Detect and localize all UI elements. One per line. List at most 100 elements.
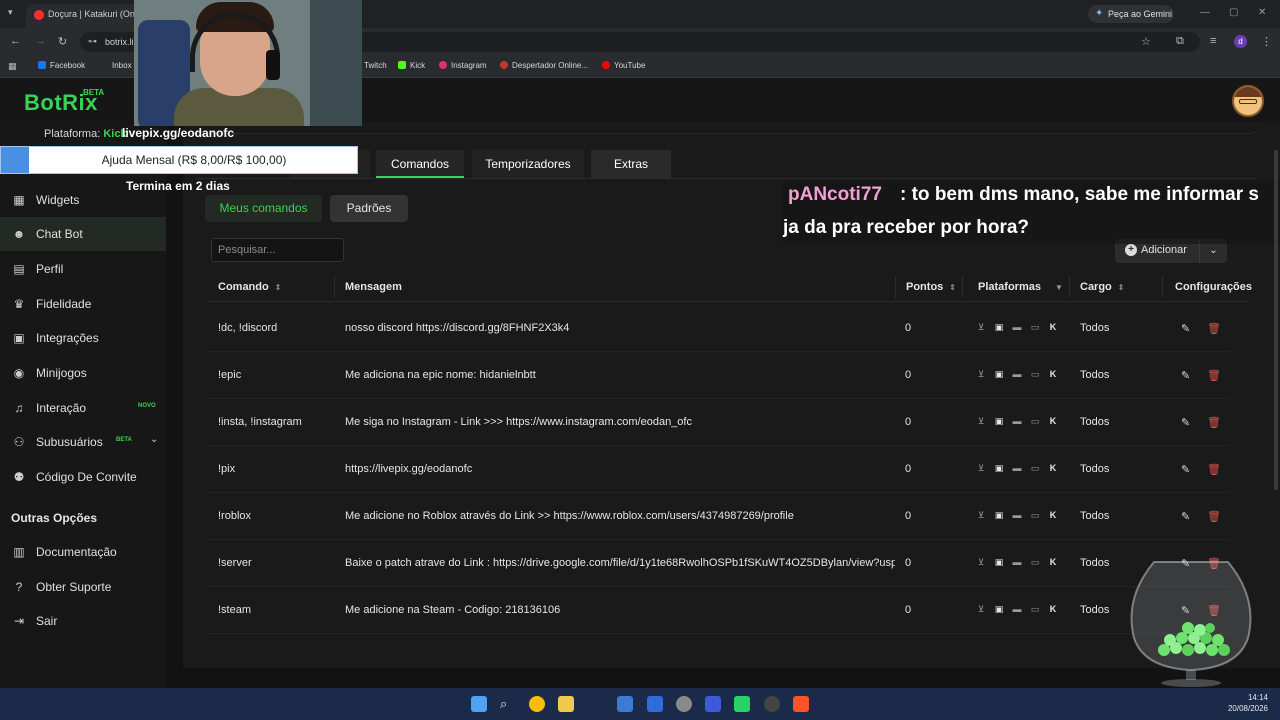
edit-icon[interactable]: ✎: [1181, 369, 1190, 382]
youtube-icon[interactable]: ▬: [1011, 604, 1023, 614]
trovo-icon[interactable]: ▭: [1029, 557, 1041, 568]
kick-icon[interactable]: K: [1047, 463, 1059, 473]
twitch-icon[interactable]: ⊻: [975, 557, 987, 568]
kick-icon[interactable]: K: [1047, 322, 1059, 332]
kick-icon[interactable]: K: [1047, 557, 1059, 567]
minimize-icon[interactable]: —: [1200, 7, 1210, 18]
kick-icon[interactable]: K: [1047, 604, 1059, 614]
kick-icon[interactable]: K: [1047, 369, 1059, 379]
bookmark-inbox[interactable]: Inbox: [112, 61, 132, 70]
calculator-icon[interactable]: [617, 696, 633, 712]
trovo-icon[interactable]: ▭: [1029, 463, 1041, 474]
column-cargo[interactable]: Cargo ⇕: [1080, 281, 1124, 293]
bookmark-twitch[interactable]: Twitch: [364, 61, 387, 70]
youtube-icon[interactable]: ▬: [1011, 369, 1023, 379]
file-explorer-icon[interactable]: [558, 696, 574, 712]
sidebar-item-suporte[interactable]: ? Obter Suporte: [0, 570, 166, 604]
twitch-icon[interactable]: ⊻: [975, 416, 987, 427]
sidebar-item-integracoes[interactable]: ▣ Integrações: [0, 321, 166, 355]
trovo-icon[interactable]: ▭: [1029, 510, 1041, 521]
chevron-down-icon[interactable]: ⌄: [150, 434, 158, 445]
chrome-icon[interactable]: [529, 696, 545, 712]
bookmark-facebook[interactable]: Facebook: [38, 61, 85, 70]
delete-icon[interactable]: 🗑: [1207, 463, 1221, 476]
column-pontos[interactable]: Pontos ⇕: [906, 281, 956, 293]
trovo-icon[interactable]: ▭: [1029, 604, 1041, 615]
sidebar-item-fidelidade[interactable]: ♛ Fidelidade: [0, 287, 166, 321]
bookmark-youtube[interactable]: YouTube: [602, 61, 645, 70]
brave-icon[interactable]: [793, 696, 809, 712]
forward-icon[interactable]: →: [35, 35, 46, 47]
kick-chat-icon[interactable]: ▣: [993, 463, 1005, 474]
sidebar-item-perfil[interactable]: ▤ Perfil: [0, 252, 166, 286]
trovo-icon[interactable]: ▭: [1029, 322, 1041, 333]
youtube-icon[interactable]: ▬: [1011, 322, 1023, 332]
gemini-button[interactable]: ✦ Peça ao Gemini: [1088, 5, 1174, 23]
kick-chat-icon[interactable]: ▣: [993, 322, 1005, 333]
meus-comandos-tab[interactable]: Meus comandos: [205, 195, 322, 222]
profile-icon[interactable]: d: [1234, 35, 1247, 48]
padroes-tab[interactable]: Padrões: [330, 195, 408, 222]
trovo-icon[interactable]: ▭: [1029, 369, 1041, 380]
media-icon[interactable]: ≡: [1210, 35, 1216, 47]
tab-extras[interactable]: Extras: [591, 150, 671, 178]
twitch-icon[interactable]: ⊻: [975, 369, 987, 380]
kick-chat-icon[interactable]: ▣: [993, 369, 1005, 380]
sort-icon[interactable]: ⇕: [949, 283, 956, 292]
twitch-icon[interactable]: ⊻: [975, 510, 987, 521]
search-icon[interactable]: ⌕: [500, 696, 516, 712]
kick-chat-icon[interactable]: ▣: [993, 416, 1005, 427]
sidebar-item-sair[interactable]: ⇥ Sair: [0, 604, 166, 638]
sidebar-item-interacao[interactable]: ♫ Interação NOVO: [0, 391, 166, 425]
sidebar-item-chat-bot[interactable]: ☻ Chat Bot: [0, 217, 166, 251]
extensions-icon[interactable]: ⧉: [1176, 35, 1184, 48]
windows-start-icon[interactable]: [471, 696, 487, 712]
youtube-icon[interactable]: ▬: [1011, 416, 1023, 426]
filter-icon[interactable]: ▼: [1055, 283, 1063, 292]
column-plataformas[interactable]: Plataformas ▼: [978, 281, 1063, 293]
maximize-icon[interactable]: ▢: [1229, 7, 1238, 18]
tab-comandos[interactable]: Comandos: [376, 150, 464, 178]
youtube-icon[interactable]: ▬: [1011, 463, 1023, 473]
close-icon[interactable]: ✕: [1258, 7, 1266, 18]
youtube-icon[interactable]: ▬: [1011, 557, 1023, 567]
edit-icon[interactable]: ✎: [1181, 510, 1190, 523]
twitch-icon[interactable]: ⊻: [975, 322, 987, 333]
user-avatar[interactable]: [1232, 85, 1264, 117]
sidebar-item-minijogos[interactable]: ◉ Minijogos: [0, 356, 166, 390]
edit-icon[interactable]: ✎: [1181, 416, 1190, 429]
page-scrollbar[interactable]: [1274, 150, 1278, 490]
browser-tab-active[interactable]: Doçura | Katakuri (One P: [26, 4, 138, 28]
app-icon[interactable]: [705, 696, 721, 712]
tab-temporizadores[interactable]: Temporizadores: [472, 150, 584, 178]
kick-icon[interactable]: K: [1047, 416, 1059, 426]
trovo-icon[interactable]: ▭: [1029, 416, 1041, 427]
sidebar-item-subusuarios[interactable]: ⚇ Subusuários BETA ⌄: [0, 425, 166, 459]
kick-chat-icon[interactable]: ▣: [993, 604, 1005, 615]
bookmark-despertador[interactable]: Despertador Online...: [500, 61, 588, 70]
apps-grid-icon[interactable]: ▦: [8, 61, 17, 72]
youtube-icon[interactable]: ▬: [1011, 510, 1023, 520]
sidebar-item-codigo-convite[interactable]: ⚉ Código De Convite: [0, 460, 166, 494]
back-icon[interactable]: ←: [10, 35, 21, 47]
sort-icon[interactable]: ⇕: [275, 283, 282, 292]
kick-chat-icon[interactable]: ▣: [993, 557, 1005, 568]
site-info-icon[interactable]: ⊶: [88, 36, 97, 47]
whatsapp-icon[interactable]: [734, 696, 750, 712]
delete-icon[interactable]: 🗑: [1207, 322, 1221, 335]
delete-icon[interactable]: 🗑: [1207, 416, 1221, 429]
edit-icon[interactable]: ✎: [1181, 463, 1190, 476]
obs-icon[interactable]: [764, 696, 780, 712]
twitch-icon[interactable]: ⊻: [975, 463, 987, 474]
twitch-icon[interactable]: ⊻: [975, 604, 987, 615]
reload-icon[interactable]: ↻: [58, 35, 67, 48]
kick-chat-icon[interactable]: ▣: [993, 510, 1005, 521]
column-comando[interactable]: Comando ⇕: [218, 281, 281, 293]
search-input[interactable]: [211, 238, 344, 262]
sidebar-item-documentacao[interactable]: ▥ Documentação: [0, 535, 166, 569]
bookmark-kick[interactable]: Kick: [398, 61, 425, 70]
edit-icon[interactable]: ✎: [1181, 322, 1190, 335]
kick-icon[interactable]: K: [1047, 510, 1059, 520]
bookmark-star-icon[interactable]: ☆: [1141, 35, 1151, 48]
delete-icon[interactable]: 🗑: [1207, 369, 1221, 382]
